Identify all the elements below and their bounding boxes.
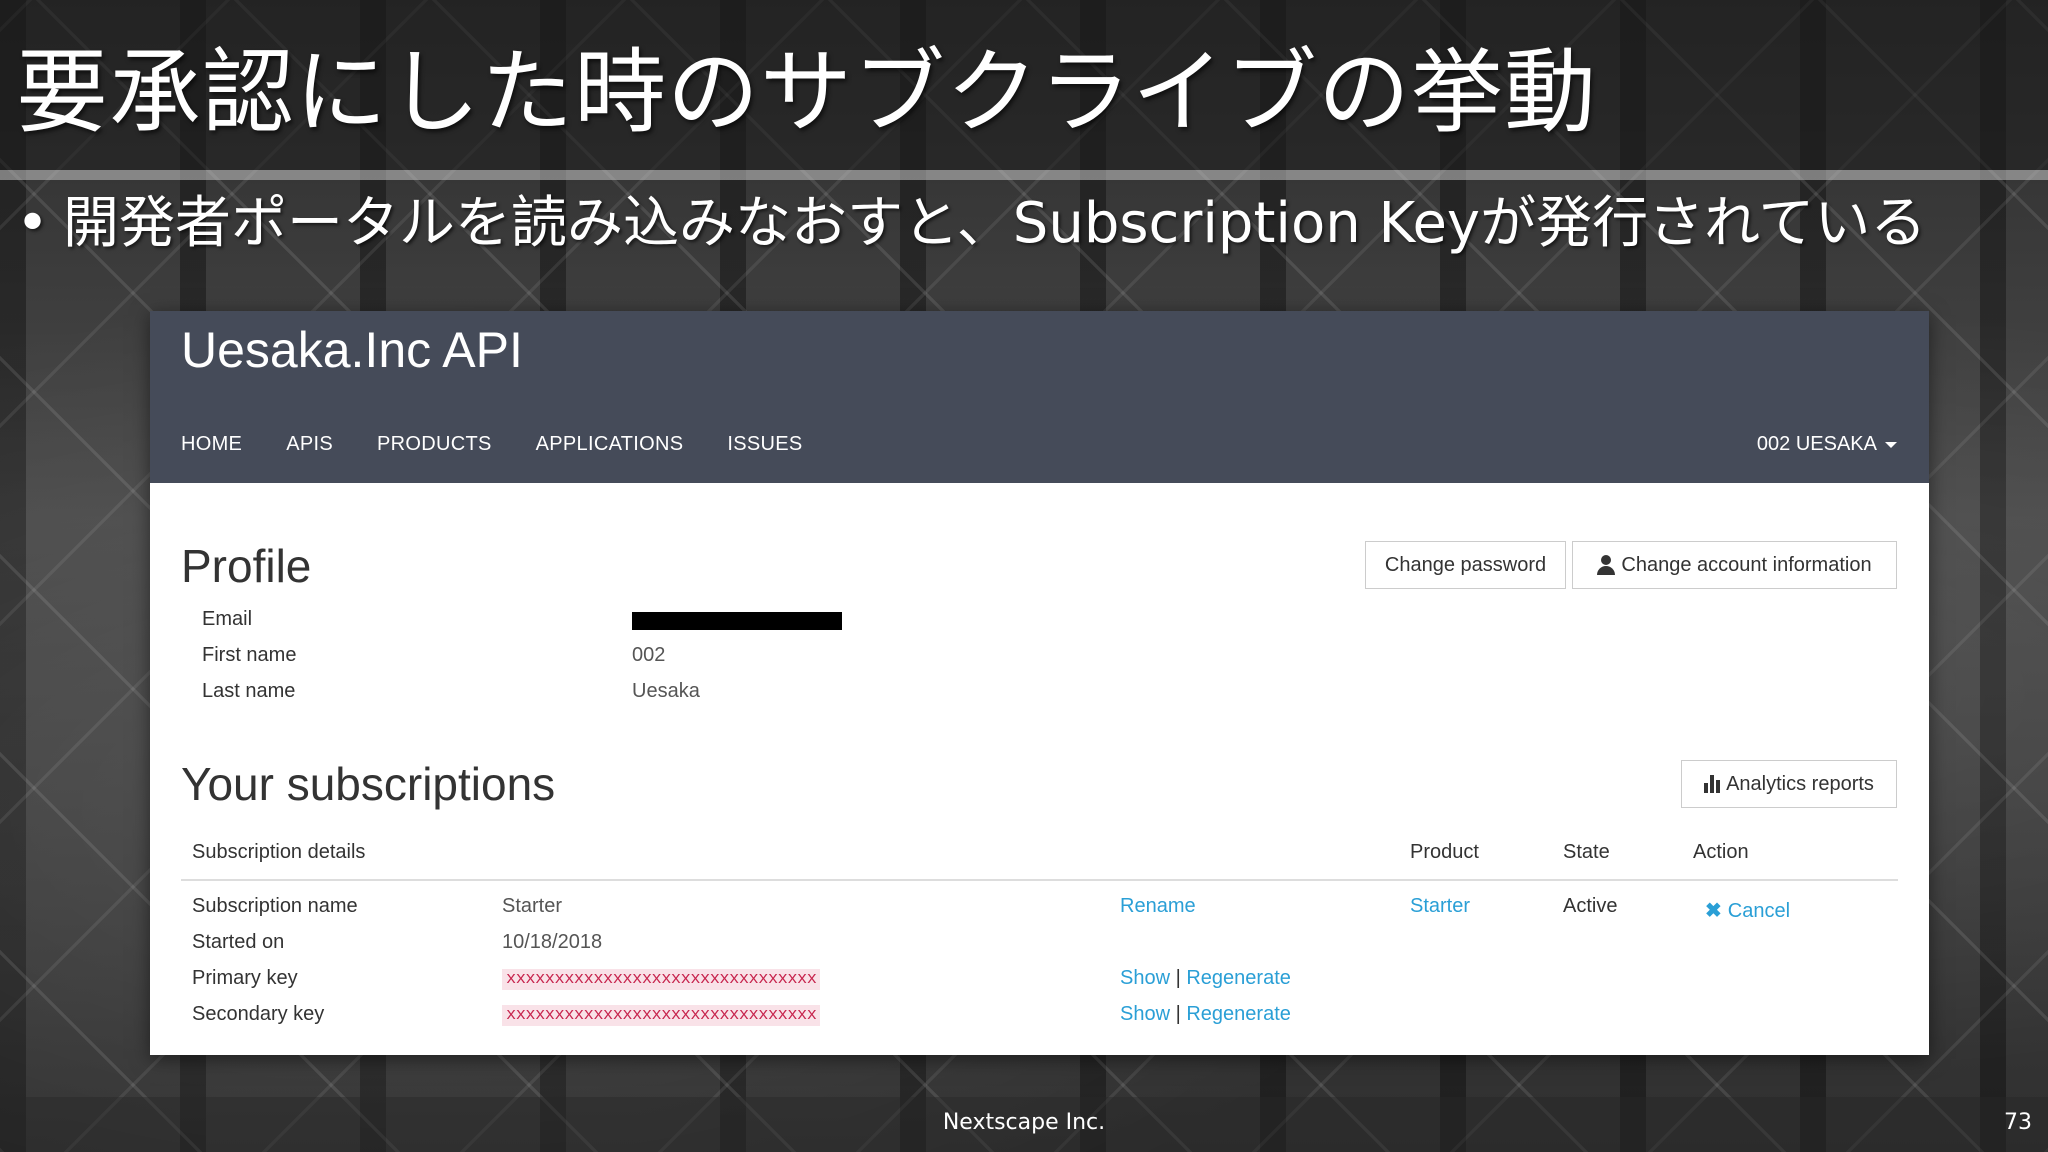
analytics-label: Analytics reports bbox=[1726, 772, 1874, 795]
slide-footer: Nextscape Inc. bbox=[942, 1110, 1106, 1135]
user-menu-label: 002 UESAKA bbox=[1756, 433, 1877, 455]
column-subscription-details: Subscription details bbox=[192, 841, 366, 863]
show-primary-key-link[interactable]: Show bbox=[1120, 967, 1170, 989]
subscriptions-heading: Your subscriptions bbox=[181, 758, 556, 810]
portal-brand[interactable]: Uesaka.Inc API bbox=[181, 321, 523, 379]
bullet-dot: • bbox=[16, 191, 50, 256]
secondary-key-label: Secondary key bbox=[192, 1003, 325, 1025]
user-icon bbox=[1597, 555, 1616, 575]
first-name-label: First name bbox=[202, 644, 297, 666]
caret-down-icon bbox=[1885, 441, 1897, 448]
started-on-value: 10/18/2018 bbox=[502, 931, 603, 953]
show-secondary-key-link[interactable]: Show bbox=[1120, 1003, 1170, 1025]
main-nav: HOME APIS PRODUCTS APPLICATIONS ISSUES bbox=[181, 433, 847, 456]
subscription-name-value: Starter bbox=[502, 895, 563, 917]
analytics-reports-button[interactable]: Analytics reports bbox=[1681, 760, 1897, 808]
bar-chart-icon bbox=[1704, 775, 1721, 793]
primary-key-value: xxxxxxxxxxxxxxxxxxxxxxxxxxxxxxxx bbox=[502, 969, 821, 990]
last-name-value: Uesaka bbox=[632, 680, 700, 702]
bullet-point: • 開発者ポータルを読み込みなおすと、Subscription Keyが発行されて… bbox=[16, 178, 1926, 259]
product-link[interactable]: Starter bbox=[1410, 895, 1470, 918]
nav-apis[interactable]: APIS bbox=[286, 433, 333, 456]
regenerate-primary-key-link[interactable]: Regenerate bbox=[1186, 967, 1291, 989]
primary-key-label: Primary key bbox=[192, 967, 298, 989]
nav-applications[interactable]: APPLICATIONS bbox=[536, 433, 684, 456]
profile-heading: Profile bbox=[181, 540, 312, 592]
link-separator: | bbox=[1175, 967, 1181, 989]
link-separator: | bbox=[1175, 1003, 1181, 1025]
email-label: Email bbox=[202, 608, 253, 630]
subscription-state: Active bbox=[1563, 895, 1618, 917]
secondary-key-value: xxxxxxxxxxxxxxxxxxxxxxxxxxxxxxxx bbox=[502, 1005, 821, 1026]
change-password-label: Change password bbox=[1384, 553, 1547, 576]
change-account-label: Change account information bbox=[1621, 553, 1872, 576]
user-menu[interactable]: 002 UESAKA bbox=[1757, 433, 1897, 456]
secondary-key-actions: Show | Regenerate bbox=[1120, 1003, 1291, 1026]
nav-issues[interactable]: ISSUES bbox=[727, 433, 802, 456]
subscription-name-label: Subscription name bbox=[192, 895, 358, 917]
slide-title: 要承認にした時のサブクライブの挙動 bbox=[16, 39, 1598, 146]
bullet-text: 開発者ポータルを読み込みなおすと、Subscription Keyが発行されてい… bbox=[63, 191, 1927, 256]
cancel-subscription-link[interactable]: ✖ Cancel bbox=[1705, 898, 1790, 923]
last-name-label: Last name bbox=[202, 680, 296, 702]
column-action: Action bbox=[1693, 841, 1749, 863]
change-account-button[interactable]: Change account information bbox=[1572, 541, 1897, 589]
column-product: Product bbox=[1410, 841, 1479, 863]
first-name-value: 002 bbox=[632, 644, 666, 666]
page-number: 73 bbox=[2004, 1110, 2032, 1135]
regenerate-secondary-key-link[interactable]: Regenerate bbox=[1186, 1003, 1291, 1025]
email-redacted bbox=[632, 612, 842, 630]
portal-header: Uesaka.Inc API HOME APIS PRODUCTS APPLIC… bbox=[150, 311, 1929, 483]
table-header-divider bbox=[181, 879, 1898, 881]
primary-key-actions: Show | Regenerate bbox=[1120, 967, 1291, 990]
portal-screenshot: Uesaka.Inc API HOME APIS PRODUCTS APPLIC… bbox=[150, 311, 1929, 1055]
column-state: State bbox=[1563, 841, 1610, 863]
close-icon: ✖ bbox=[1705, 900, 1722, 922]
nav-home[interactable]: HOME bbox=[181, 433, 242, 456]
change-password-button[interactable]: Change password bbox=[1365, 541, 1566, 589]
cancel-label: Cancel bbox=[1727, 900, 1791, 922]
nav-products[interactable]: PRODUCTS bbox=[377, 433, 492, 456]
started-on-label: Started on bbox=[192, 931, 285, 953]
rename-link[interactable]: Rename bbox=[1120, 895, 1196, 918]
